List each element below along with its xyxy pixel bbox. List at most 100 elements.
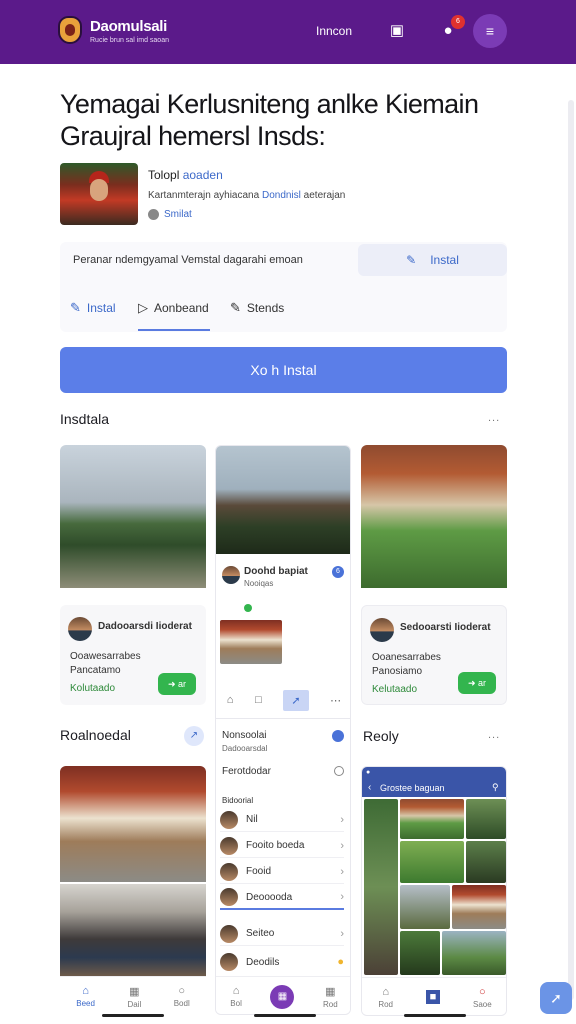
home-icon[interactable]: ⌂ [227,694,234,706]
user-icon: ○ [178,985,186,997]
nav-item[interactable]: ▦ Rod [323,985,338,1009]
square-icon: ■ [425,989,441,1004]
comment-icon[interactable]: □ [255,694,262,706]
card-line: Pancatamo [70,665,121,676]
grid-photo[interactable] [466,841,506,883]
chevron-right-icon: › [340,813,344,826]
install-cta-button[interactable]: Xo h Instal [60,347,507,393]
post-title: Doohd bapiat [244,566,308,577]
phone-mockup-right: ● ‹ Grostee baguan ⚲ ⌂ Rod ■ ○ Saoe [361,766,507,1016]
add-icon[interactable]: ▦ [270,984,295,1009]
post-subtitle: Nooiqas [244,579,274,588]
install-panel: Peranar ndemgyamal Vemstal dagarahi emoa… [60,242,507,332]
section-title-recommended: Roalnoedal [60,727,131,743]
list-item[interactable]: Seiteo › [220,922,344,946]
list-item[interactable]: Deodils ● [220,950,344,974]
grid-photo[interactable] [364,799,398,975]
card-line: Ooawesarrabes [70,651,141,662]
phone-header: ● ‹ Grostee baguan ⚲ [362,767,506,797]
temple-photo[interactable] [60,445,206,588]
card-action-button[interactable]: ➜ ar [158,673,196,695]
bottom-nav: ⌂ Bol ▦ ▦ Rod [216,976,350,1014]
share-icon[interactable]: ➚ [283,689,309,711]
nav-item-home[interactable]: ⌂ Rod [378,986,393,1009]
nav-link[interactable]: Inncon [316,24,352,38]
chevron-right-icon: › [340,865,344,878]
author-link[interactable]: aoaden [183,168,223,182]
list-item[interactable]: Deooooda › [220,886,344,910]
grid-photo[interactable] [452,885,506,929]
back-arrow-icon[interactable]: ‹ [368,782,371,793]
card-status: Kolutaado [70,683,116,694]
avatar[interactable] [68,617,92,641]
tab-instal[interactable]: ✎ Instal [70,300,116,316]
count-badge: 6 [332,566,344,578]
nav-item-square[interactable]: ■ [425,989,441,1006]
card-line: Ooanesarrabes [372,652,441,663]
online-dot [244,604,252,612]
gallery-card-bottom-left[interactable]: ⌂ Beed ▦ Dail ○ Bodl [60,766,206,1016]
post-title: Nonsoolai [222,730,267,741]
section-title-recent: Reoly [363,728,399,744]
list-item[interactable]: Fooito boeda › [220,834,344,858]
card-author: Dadooarsdi Iioderat [98,621,192,632]
brand-subtitle: Rucie brun sal imd saoan [90,37,169,44]
post-actions: ⌂ □ ➚ ⋯ [216,686,350,714]
grid-photo[interactable] [400,885,450,929]
list-item[interactable]: Nil › [220,808,344,832]
top-app-bar: Daomulsali Rucie brun sal imd saoan Innc… [0,0,576,64]
crowd-photo[interactable] [60,884,206,976]
pencil-icon: ✎ [230,300,241,315]
gallery-card-left[interactable]: Dadooarsdi Iioderat Ooawesarrabes Pancat… [60,445,206,705]
grid-photo[interactable] [442,931,506,975]
pagoda-photo[interactable] [216,446,350,554]
tag-icon [148,209,159,220]
bottom-nav: ⌂ Beed ▦ Dail ○ Bodl [60,976,206,1016]
author-desc-link[interactable]: Dondnisl [262,190,301,201]
bottom-nav: ⌂ Rod ■ ○ Saoe [362,977,506,1015]
author-tag[interactable]: Smilat [148,209,192,220]
grid-photo[interactable] [400,799,464,839]
trend-icon[interactable]: ↗ [184,726,204,746]
scan-icon[interactable]: ▣ [386,20,408,42]
more-icon[interactable]: ... [488,729,500,741]
compass-icon[interactable]: ➚ [540,982,572,1014]
avatar[interactable] [370,618,394,642]
brand-name[interactable]: Daomulsali [90,18,167,35]
street-photo[interactable] [60,766,206,882]
grid-photo[interactable] [466,799,506,839]
gallery-card-right[interactable]: Sedooarsti Iioderat Ooanesarrabes Panosi… [361,445,507,705]
section-title-installed: Insdtala [60,411,110,427]
nav-item-grid[interactable]: ▦ Dail [127,985,141,1009]
grid-icon: ▦ [325,985,336,998]
card-action-button[interactable]: ➜ ar [458,672,496,694]
logo-icon[interactable] [58,16,82,44]
card-line: Panosiamo [372,666,423,677]
nav-item-profile[interactable]: ○ Saoe [473,986,492,1009]
more-icon[interactable]: ... [488,412,500,424]
more-icon[interactable]: ⋯ [330,694,341,707]
nav-item[interactable]: ⌂ Bol [230,985,242,1008]
tab-stends[interactable]: ✎ Stends [230,300,284,316]
post-photo[interactable] [220,620,282,664]
house-photo[interactable] [361,445,507,588]
tab-aonbeand[interactable]: ▷ Aonbeand [138,300,209,316]
home-indicator [102,1014,164,1017]
nav-item-profile[interactable]: ○ Bodl [174,985,190,1008]
nav-item-home[interactable]: ⌂ Beed [76,985,95,1008]
grid-photo[interactable] [400,841,464,883]
list-item[interactable]: Fooid › [220,860,344,884]
card-status: Kelutaado [372,684,418,695]
pencil-icon: ✎ [406,253,417,267]
grid-photo[interactable] [400,931,440,975]
chevron-right-icon: › [340,839,344,852]
info-icon[interactable] [334,766,344,776]
avatar[interactable] [222,566,240,584]
star-icon[interactable]: ● [337,956,344,968]
author-photo[interactable] [60,163,138,225]
panel-install-button[interactable]: ✎ Instal [358,244,507,276]
menu-icon[interactable]: ≡ [473,14,507,48]
page-scrollbar[interactable] [568,100,574,1000]
home-icon: ⌂ [382,986,389,998]
search-icon[interactable]: ⚲ [492,782,499,793]
